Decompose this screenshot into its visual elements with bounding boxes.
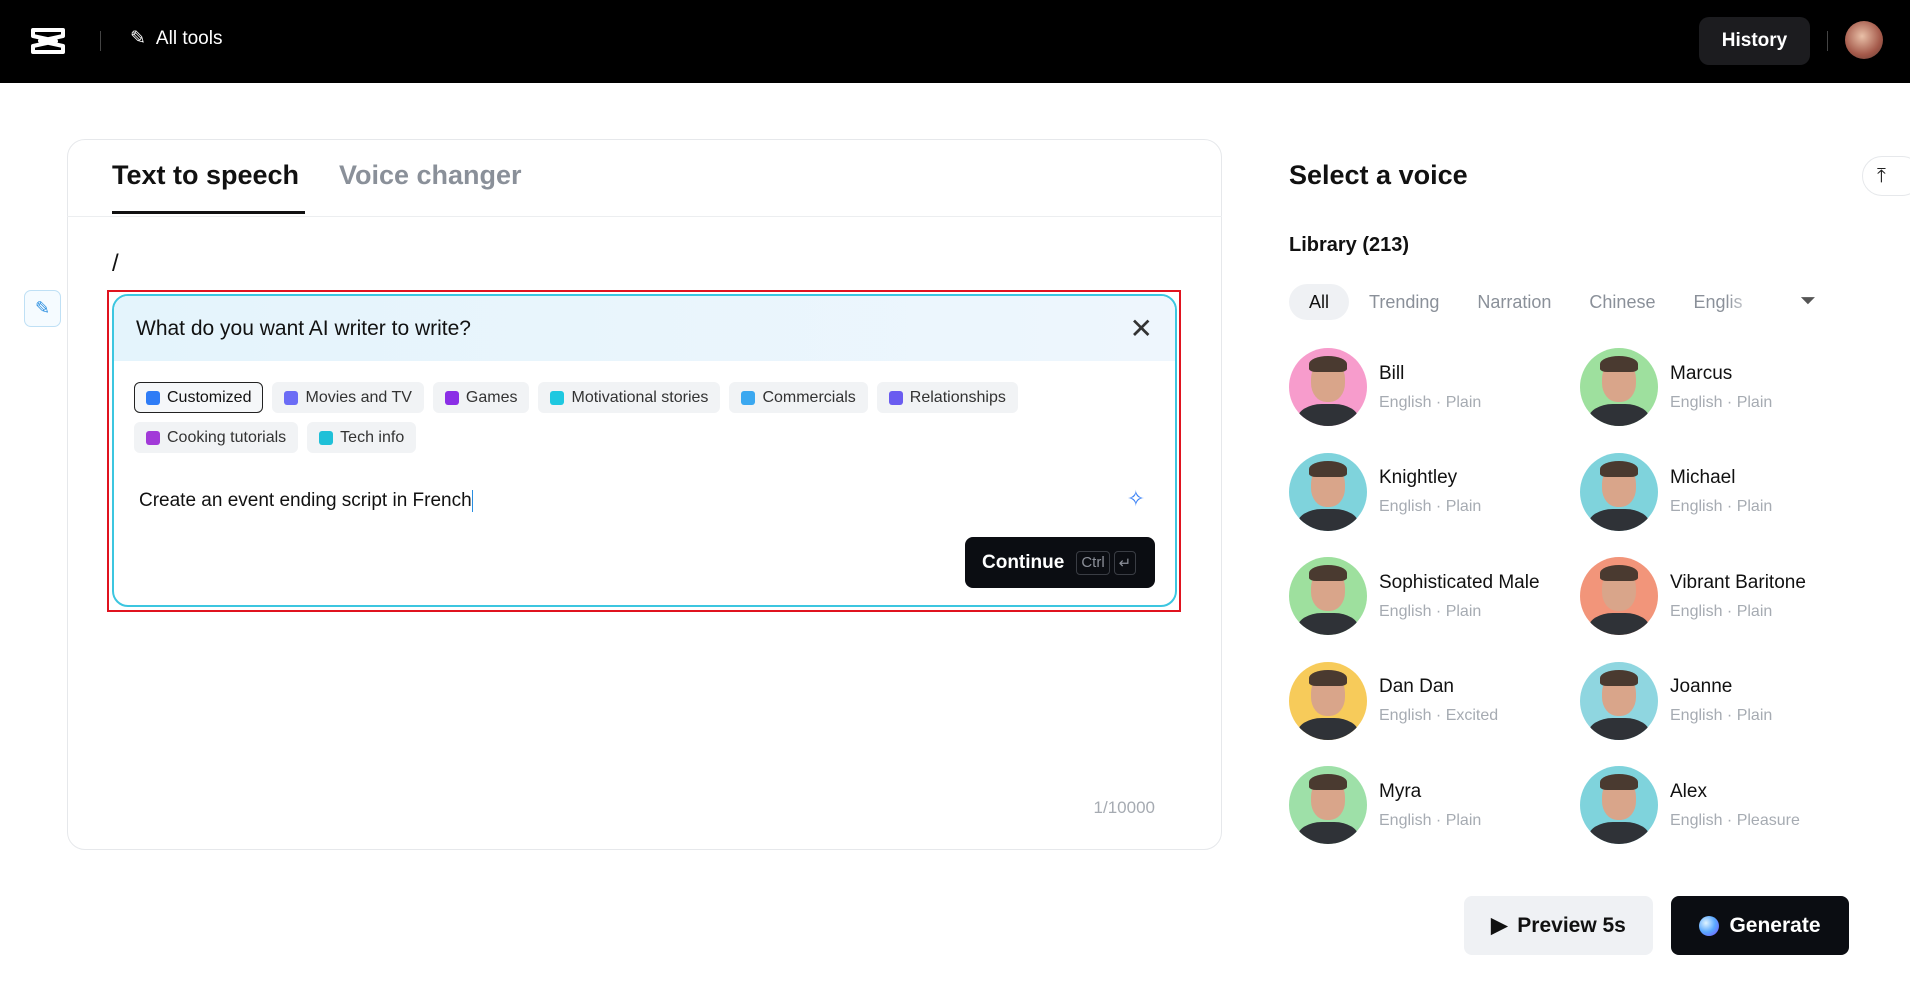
category-icon (888, 390, 903, 405)
category-icon (550, 390, 565, 405)
continue-button[interactable]: Continue Ctrl ↵ (965, 537, 1155, 588)
active-tab-indicator (112, 211, 305, 214)
chip-motivational-stories[interactable]: Motivational stories (538, 382, 721, 413)
chip-customized[interactable]: Customized (134, 382, 264, 413)
ai-writer-title: What do you want AI writer to write? (136, 316, 471, 340)
voice-name: Sophisticated Male (1379, 571, 1540, 593)
voice-avatar (1289, 661, 1367, 740)
category-icon (146, 430, 160, 445)
voice-item[interactable]: Michael English · Plain (1580, 452, 1773, 531)
voice-item[interactable]: Knightley English · Plain (1289, 452, 1482, 531)
filter-icon[interactable]: ⏷ (1800, 290, 1816, 313)
history-button[interactable]: History (1699, 17, 1810, 65)
category-icon (146, 390, 160, 405)
voice-avatar (1289, 452, 1367, 531)
divider (67, 216, 1222, 217)
filter-tab-narration[interactable]: Narration (1459, 284, 1569, 320)
category-icon (284, 390, 299, 405)
voice-meta: English · Plain (1379, 393, 1482, 411)
voice-item[interactable]: Vibrant Baritone English · Plain (1580, 557, 1806, 635)
chip-cooking-tutorials[interactable]: Cooking tutorials (134, 422, 299, 453)
panel-title: Select a voice (1289, 160, 1468, 190)
chip-tech-info[interactable]: Tech info (307, 422, 417, 453)
generate-orb-icon (1699, 915, 1720, 936)
filter-tab-chinese[interactable]: Chinese (1571, 284, 1673, 320)
voice-avatar (1289, 348, 1367, 426)
ctrl-key: Ctrl (1076, 550, 1110, 575)
voice-avatar (1580, 452, 1658, 531)
voice-name: Vibrant Baritone (1670, 571, 1806, 593)
sparkle-icon[interactable]: ✧ (1127, 486, 1145, 512)
voice-name: Dan Dan (1379, 676, 1454, 697)
voice-avatar (1580, 348, 1658, 426)
voice-avatar (1580, 766, 1658, 844)
category-icon (741, 390, 756, 405)
divider (1827, 31, 1828, 51)
voice-item[interactable]: Dan Dan English · Excited (1289, 661, 1499, 740)
enter-key-icon: ↵ (1113, 550, 1137, 575)
chip-movies-and-tv[interactable]: Movies and TV (272, 382, 424, 413)
voice-meta: English · Plain (1670, 393, 1773, 411)
voice-item[interactable]: Bill English · Plain (1289, 348, 1481, 426)
voice-meta: English · Pleasure (1670, 811, 1800, 829)
voice-name: Marcus (1670, 362, 1733, 384)
chip-relationships[interactable]: Relationships (876, 382, 1018, 413)
voice-meta: English · Plain (1379, 498, 1482, 515)
ai-writer-icon[interactable]: ✎ (24, 290, 61, 327)
tab-voice-changer[interactable]: Voice changer (339, 160, 522, 191)
ai-writer-panel: What do you want AI writer to write? ✕ C… (112, 294, 1177, 607)
category-icon (444, 390, 459, 405)
voice-avatar (1580, 661, 1658, 740)
voice-avatar (1580, 557, 1658, 635)
voice-name: Michael (1670, 467, 1736, 488)
category-icon (319, 430, 334, 445)
play-icon: ▶ (1491, 914, 1508, 937)
voice-meta: English · Plain (1670, 707, 1773, 724)
top-bar (0, 0, 1910, 83)
voice-item[interactable]: Marcus English · Plain (1580, 348, 1772, 426)
user-avatar[interactable] (1845, 21, 1883, 59)
voice-avatar (1289, 557, 1367, 635)
editor-text[interactable]: / (112, 250, 119, 278)
filter-tab-all[interactable]: All (1289, 284, 1350, 320)
voice-item[interactable]: Sophisticated Male English · Plain (1289, 557, 1540, 635)
voice-meta: English · Plain (1379, 602, 1482, 620)
voice-name: Knightley (1379, 467, 1458, 488)
library-heading: Library (213) (1289, 234, 1410, 256)
prompt-input[interactable]: Create an event ending script in French (139, 490, 473, 512)
text-caret (471, 490, 473, 512)
voice-meta: English · Plain (1379, 811, 1482, 829)
upload-voice-icon[interactable]: ⤒ (1862, 156, 1910, 196)
voice-avatar (1289, 766, 1367, 844)
voice-item[interactable]: Alex English · Pleasure (1580, 766, 1800, 844)
preview-button[interactable]: ▶ Preview 5s (1464, 896, 1653, 955)
voice-meta: English · Plain (1670, 498, 1773, 515)
capcut-logo-icon[interactable] (30, 26, 66, 56)
chip-games[interactable]: Games (432, 382, 530, 413)
filter-tab-englis[interactable]: Englis (1675, 284, 1760, 320)
filter-tab-trending[interactable]: Trending (1351, 284, 1457, 320)
voice-meta: English · Excited (1379, 707, 1499, 724)
voice-filter-tabs: All Trending Narration Chinese Englis (1289, 284, 1763, 320)
voice-name: Joanne (1670, 676, 1733, 697)
character-counter: 1/10000 (1093, 798, 1155, 817)
chip-commercials[interactable]: Commercials (729, 382, 868, 413)
voice-name: Alex (1670, 780, 1707, 802)
close-icon[interactable]: ✕ (1130, 314, 1153, 343)
all-tools-button[interactable]: ✎ All tools (130, 27, 222, 50)
voice-name: Bill (1379, 362, 1405, 384)
voice-name: Myra (1379, 780, 1422, 802)
voice-meta: English · Plain (1670, 602, 1773, 620)
category-chips: Customized Movies and TV Games Motivational… (134, 382, 1134, 453)
voice-item[interactable]: Joanne English · Plain (1580, 661, 1773, 740)
tab-text-to-speech[interactable]: Text to speech (112, 160, 299, 191)
generate-button[interactable]: Generate (1671, 896, 1849, 955)
divider (100, 31, 101, 51)
voice-item[interactable]: Myra English · Plain (1289, 766, 1481, 844)
magic-wand-icon: ✎ (130, 28, 146, 49)
